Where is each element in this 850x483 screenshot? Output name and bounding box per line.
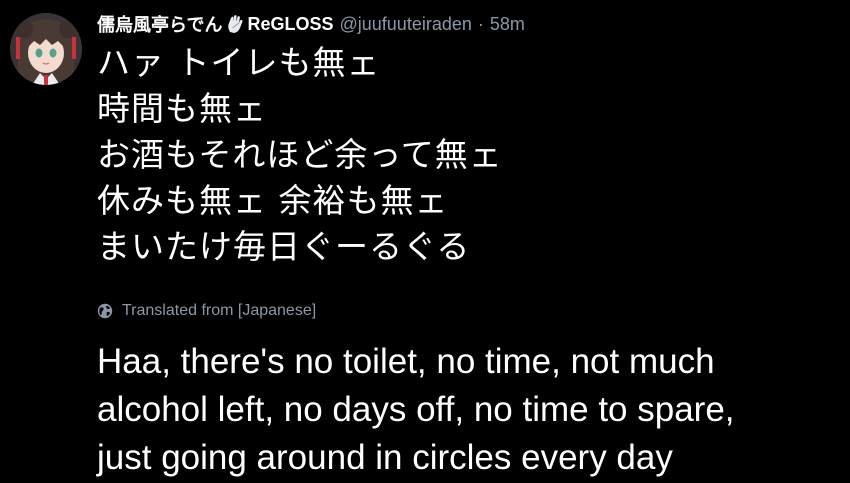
translated-from-text: Translated from [Japanese] [122, 302, 317, 319]
header-separator: · [477, 13, 484, 34]
original-line: ハァ トイレも無ェ [97, 43, 381, 82]
avatar-image [10, 13, 82, 85]
avatar[interactable] [10, 13, 82, 85]
author-display-name[interactable]: 儒烏風亭らでん [97, 11, 222, 37]
translation-line: alcohol left, no days off, no time to sp… [97, 390, 735, 429]
author-affiliation[interactable]: ReGLOSS [247, 14, 333, 35]
author-handle[interactable]: @juufuuteiraden [340, 14, 472, 35]
globe-icon [97, 303, 113, 319]
tweet: 儒烏風亭らでん ReGLOSS @juufuuteiraden · 58m ハァ… [0, 0, 850, 483]
tweet-header: 儒烏風亭らでん ReGLOSS @juufuuteiraden · 58m [97, 11, 525, 37]
translation-line: just going around in circles every day [97, 438, 673, 477]
original-line: まいたけ毎日ぐーるぐる [97, 227, 471, 266]
tweet-original-text: ハァ トイレも無ェ 時間も無ェ お酒もそれほど余って無ェ 休みも無ェ 余裕も無ェ… [97, 40, 503, 270]
original-line: 休みも無ェ 余裕も無ェ [97, 181, 449, 220]
original-line: お酒もそれほど余って無ェ [97, 135, 503, 174]
tweet-translation-text: Haa, there's no toilet, no time, not muc… [97, 338, 842, 482]
translated-from-label[interactable]: Translated from [Japanese] [97, 300, 316, 322]
translation-line: Haa, there's no toilet, no time, not muc… [97, 342, 715, 381]
original-line: 時間も無ェ [97, 89, 267, 128]
tweet-timestamp[interactable]: 58m [490, 14, 525, 35]
hand-icon [226, 14, 244, 34]
